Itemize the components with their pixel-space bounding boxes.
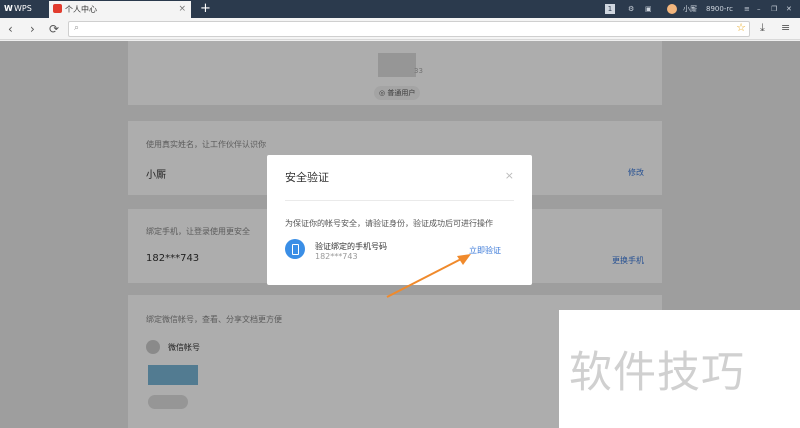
tab-close-icon[interactable]: × <box>178 1 186 18</box>
watermark: 软件技巧 <box>559 310 800 428</box>
close-icon[interactable]: × <box>505 169 514 182</box>
verify-method-label: 验证绑定的手机号码 <box>315 242 387 251</box>
download-icon[interactable]: ⤓ <box>760 21 765 35</box>
dialog-divider <box>285 200 514 201</box>
points-label[interactable]: 8900-rc <box>706 0 733 18</box>
phone-icon <box>285 239 305 259</box>
dialog-desc: 为保证你的帐号安全，请验证身份，验证成功后可进行操作 <box>285 219 493 228</box>
bookmark-star-icon[interactable]: ☆ <box>736 21 746 34</box>
username[interactable]: 小厮 <box>683 0 697 18</box>
settings-icon[interactable]: ⚙ <box>628 0 634 18</box>
tab-personal-center[interactable]: 个人中心 × <box>49 1 191 18</box>
maximize-icon[interactable]: ❐ <box>771 0 777 18</box>
reload-button[interactable]: ⟳ <box>49 21 59 37</box>
tab-count-badge[interactable]: 1 <box>605 4 615 14</box>
watermark-text: 软件技巧 <box>569 348 745 398</box>
dialog-title: 安全验证 <box>285 171 329 184</box>
window-menu-icon[interactable]: ≡ <box>744 0 750 18</box>
browser-menu-icon[interactable]: ≡ <box>781 21 790 34</box>
search-icon: ⌕ <box>74 23 80 33</box>
verify-phone-number: 182***743 <box>315 252 358 261</box>
new-tab-button[interactable]: + <box>200 0 211 17</box>
tab-wps[interactable]: WWPS <box>0 0 48 18</box>
wps-app-icon <box>53 4 62 13</box>
tab-wps-label: WPS <box>14 4 32 13</box>
browser-tab-bar: WWPS 个人中心 × + 1 ⚙ ▣ 小厮 8900-rc ≡ – ❐ ✕ <box>0 0 800 18</box>
forward-button[interactable]: › <box>30 21 35 37</box>
skin-icon[interactable]: ▣ <box>645 0 652 18</box>
wps-logo-icon: W <box>4 4 13 13</box>
minimize-icon[interactable]: – <box>757 0 761 18</box>
back-button[interactable]: ‹ <box>8 21 13 37</box>
avatar[interactable] <box>667 4 677 14</box>
annotation-arrow <box>386 254 471 298</box>
tab-label: 个人中心 <box>65 5 97 14</box>
navigation-bar: ‹ › ⟳ ⌕ ☆ ⤓ ≡ <box>0 18 800 40</box>
address-bar[interactable]: ⌕ ☆ <box>68 21 750 37</box>
window-close-icon[interactable]: ✕ <box>786 0 792 18</box>
